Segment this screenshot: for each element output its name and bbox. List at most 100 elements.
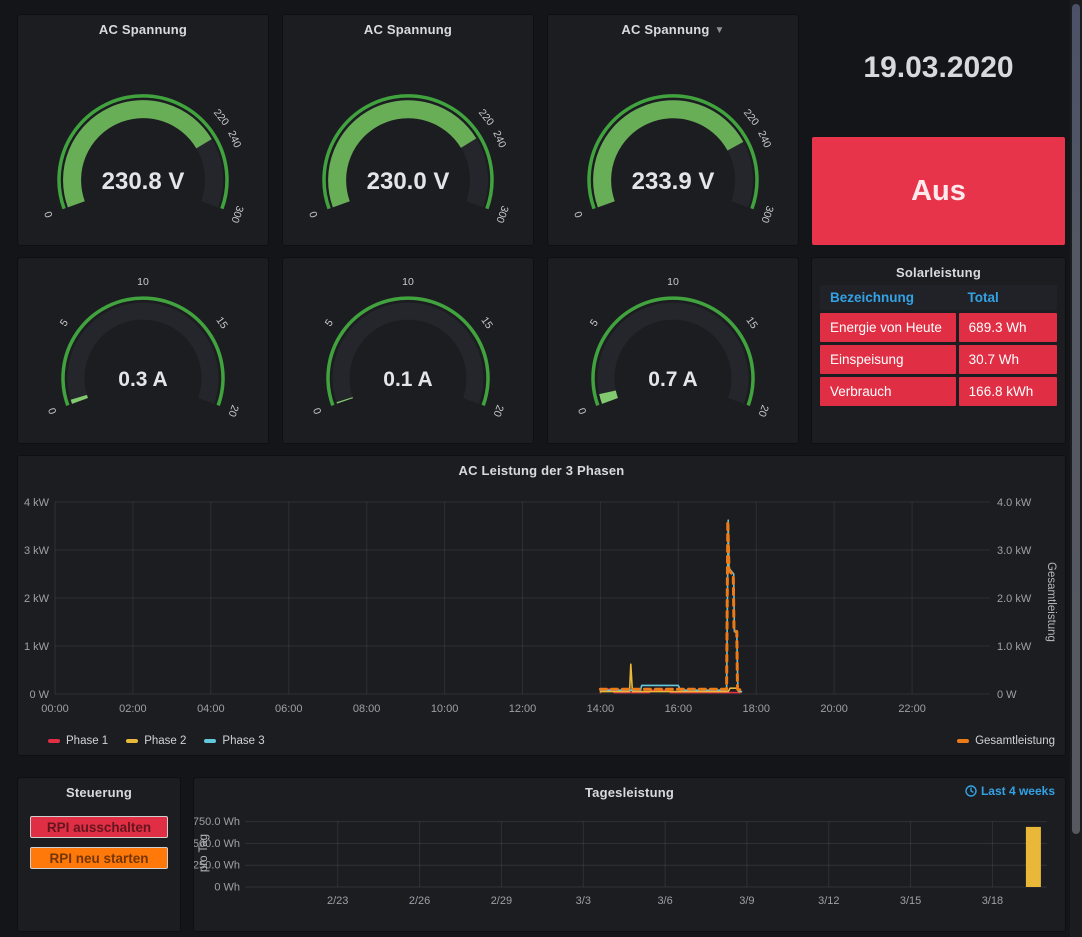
x-axis-tick: 18:00 [742, 703, 770, 715]
col-header-bezeichnung[interactable]: Bezeichnung [820, 285, 957, 310]
voltage-gauge-panel-2: AC Spannung 0220240300230.0 V [283, 15, 533, 245]
gauge-tick-label: 0 [572, 209, 585, 219]
table-cell-label: Energie von Heute [820, 313, 956, 342]
gauge-value: 230.0 V [367, 168, 450, 195]
gauge-tick-label: 240 [755, 129, 773, 150]
gauge-tick-label: 300 [228, 204, 245, 225]
gauge-value-arc [79, 397, 80, 401]
panel-title[interactable]: Tagesleistung [194, 785, 1065, 800]
gauge-tick-label: 220 [476, 107, 496, 128]
panel-title[interactable]: AC Spannung▼ [548, 22, 798, 37]
legend-label: Phase 2 [144, 735, 186, 747]
control-buttons: RPI ausschalten RPI neu starten [18, 816, 180, 878]
panel-title[interactable]: AC Leistung der 3 Phasen [18, 463, 1065, 478]
y-axis-tick-right: 0 W [997, 689, 1017, 701]
gauge-tick-label: 10 [137, 276, 149, 288]
table-cell-value: 166.8 kWh [959, 377, 1057, 406]
panel-title[interactable]: Solarleistung [812, 265, 1065, 280]
x-axis-tick: 02:00 [119, 703, 147, 715]
current-gauge-panel-1: 051015200.3 A [18, 258, 268, 443]
table-cell-value: 30.7 Wh [959, 345, 1057, 374]
y-axis-label: pro Tag [198, 834, 210, 872]
y-axis-tick-right: 1.0 kW [997, 641, 1032, 653]
x-axis-tick: 3/15 [900, 895, 921, 907]
panel-title[interactable]: Steuerung [18, 785, 180, 800]
x-axis-tick: 00:00 [41, 703, 69, 715]
gauge-tick-label: 15 [743, 315, 760, 332]
x-axis-tick: 3/3 [576, 895, 591, 907]
y-axis-tick-left: 3 kW [24, 545, 50, 557]
x-axis-tick: 3/12 [818, 895, 839, 907]
solar-table-panel: Solarleistung Bezeichnung Total Energie … [812, 258, 1065, 443]
y-axis-tick: 750.0 Wh [194, 816, 240, 828]
legend-right-group: Gesamtleistung [957, 735, 1055, 747]
series-gesamtleistung [600, 521, 741, 690]
series-phase-2 [600, 664, 741, 691]
legend-label: Phase 1 [66, 735, 108, 747]
legend-label: Gesamtleistung [975, 735, 1055, 747]
voltage-gauge-panel-1: AC Spannung 0220240300230.8 V [18, 15, 268, 245]
gauge-value: 0.1 A [383, 368, 432, 391]
gauge-tick-label: 0 [311, 406, 324, 416]
gauge-tick-label: 240 [490, 129, 508, 150]
gauge-tick-label: 15 [478, 315, 495, 332]
col-header-total[interactable]: Total [957, 285, 1057, 310]
table-header: Bezeichnung Total [820, 285, 1057, 310]
gauge-tick-label: 5 [323, 317, 336, 329]
gauge: 0220240300233.9 V [548, 43, 798, 243]
legend-left-group: Phase 1 Phase 2 Phase 3 [48, 735, 265, 747]
panel-title[interactable]: AC Spannung [18, 22, 268, 37]
rpi-restart-button[interactable]: RPI neu starten [30, 847, 168, 869]
scrollbar-track[interactable] [1070, 0, 1082, 937]
current-gauge-panel-2: 051015200.1 A [283, 258, 533, 443]
gauge: 0220240300230.8 V [18, 43, 268, 243]
voltage-gauge-panel-3: AC Spannung▼ 0220240300233.9 V [548, 15, 798, 245]
date-display: 19.03.2020 [812, 51, 1065, 85]
x-axis-tick: 2/26 [409, 895, 430, 907]
power-chart[interactable]: 0 W1 kW2 kW3 kW4 kW0 W1.0 kW2.0 kW3.0 kW… [18, 456, 1065, 755]
x-axis-tick: 2/29 [491, 895, 512, 907]
gauge: 051015200.7 A [548, 258, 798, 443]
y-axis-tick-right: 3.0 kW [997, 545, 1032, 557]
y-axis-tick-left: 2 kW [24, 593, 50, 605]
gauge-tick-label: 220 [741, 107, 761, 128]
gauge-tick-label: 220 [211, 107, 231, 128]
power-chart-panel: AC Leistung der 3 Phasen 0 W1 kW2 kW3 kW… [18, 456, 1065, 755]
gauge-tick-label: 0 [576, 406, 589, 416]
power-state-label: Aus [911, 175, 966, 208]
legend-item-gesamtleistung[interactable]: Gesamtleistung [957, 735, 1055, 747]
chevron-down-icon[interactable]: ▼ [715, 25, 725, 36]
gauge-value: 233.9 V [632, 168, 715, 195]
gauge-value: 0.7 A [648, 368, 697, 391]
table-cell-value: 689.3 Wh [959, 313, 1057, 342]
power-state-tile: Aus [812, 137, 1065, 245]
table-row: Verbrauch166.8 kWh [820, 377, 1057, 406]
gauge-tick-label: 300 [493, 204, 510, 225]
scrollbar-thumb[interactable] [1072, 4, 1080, 834]
table-cell-label: Einspeisung [820, 345, 956, 374]
gauge-tick-label: 5 [58, 317, 71, 329]
x-axis-tick: 3/9 [739, 895, 754, 907]
bar-3/19 [1026, 827, 1041, 887]
panel-title[interactable]: AC Spannung [283, 22, 533, 37]
y-axis-tick-right: 4.0 kW [997, 497, 1032, 509]
table-row: Einspeisung30.7 Wh [820, 345, 1057, 374]
date-power-panel: 19.03.2020 Aus [812, 15, 1065, 245]
legend-item-phase-3[interactable]: Phase 3 [204, 735, 264, 747]
legend-swatch [957, 739, 969, 743]
legend-item-phase-2[interactable]: Phase 2 [126, 735, 186, 747]
x-axis-tick: 04:00 [197, 703, 225, 715]
y-axis-tick-left: 0 W [29, 689, 49, 701]
gauge-value-arc [608, 392, 611, 401]
gauge: 051015200.3 A [18, 258, 268, 443]
legend-swatch [48, 739, 60, 743]
current-gauge-panel-3: 051015200.7 A [548, 258, 798, 443]
daily-chart[interactable]: 0 Wh250.0 Wh500.0 Wh750.0 Wh2/232/262/29… [194, 778, 1065, 931]
time-range-link[interactable]: Last 4 weeks [965, 784, 1055, 798]
rpi-shutdown-button[interactable]: RPI ausschalten [30, 816, 168, 838]
legend-item-phase-1[interactable]: Phase 1 [48, 735, 108, 747]
clock-icon [965, 785, 977, 797]
table-body: Energie von Heute689.3 WhEinspeisung30.7… [812, 313, 1065, 406]
y-axis-tick-right: 2.0 kW [997, 593, 1032, 605]
right-axis-label: Gesamtleistung [1045, 562, 1057, 642]
